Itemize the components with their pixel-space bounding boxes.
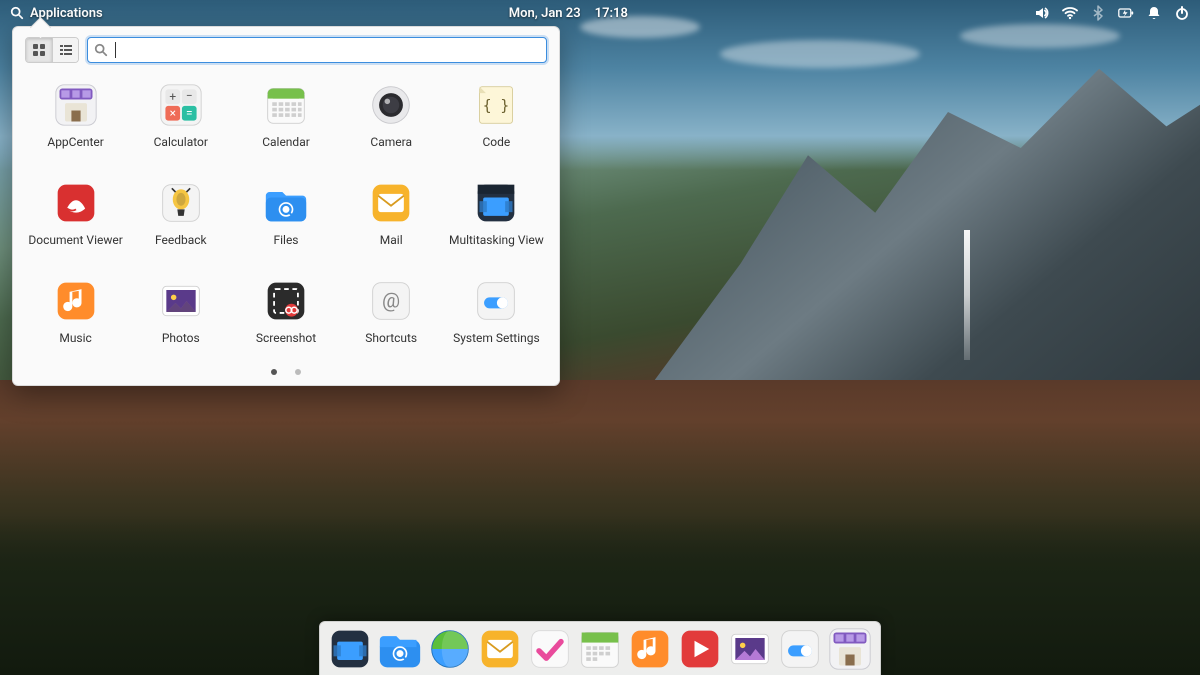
svg-text:×: × — [169, 106, 175, 120]
app-label: Calculator — [154, 135, 208, 149]
app-label: System Settings — [453, 331, 540, 345]
dock-photos[interactable] — [728, 627, 772, 671]
app-feedback[interactable]: Feedback — [130, 171, 231, 265]
app-appcenter[interactable]: AppCenter — [25, 73, 126, 167]
app-label: Shortcuts — [365, 331, 417, 345]
dock-settings[interactable] — [778, 627, 822, 671]
dock-videos[interactable] — [678, 627, 722, 671]
app-label: Document Viewer — [28, 233, 122, 247]
app-label: Screenshot — [256, 331, 316, 345]
app-label: Feedback — [155, 233, 207, 247]
dock-web[interactable] — [428, 627, 472, 671]
app-calculator[interactable]: +−× = Calculator — [130, 73, 231, 167]
files-icon — [262, 179, 310, 227]
app-label: Calendar — [262, 135, 310, 149]
search-icon — [10, 6, 24, 20]
app-photos[interactable]: Photos — [130, 269, 231, 363]
applications-launcher: AppCenter +−× = Calculator Calendar Camer… — [12, 26, 560, 386]
screenshot-icon — [262, 277, 310, 325]
app-label: Mail — [380, 233, 403, 247]
shortcuts-icon: @ — [367, 277, 415, 325]
dock-appcenter[interactable] — [828, 627, 872, 671]
app-label: Multitasking View — [449, 233, 544, 247]
panel-date[interactable]: Mon, Jan 23 — [509, 6, 581, 21]
app-music[interactable]: Music — [25, 269, 126, 363]
app-label: Files — [273, 233, 298, 247]
bluetooth-indicator[interactable] — [1090, 5, 1106, 21]
app-label: Photos — [162, 331, 200, 345]
svg-text:−: − — [186, 89, 193, 103]
app-camera[interactable]: Camera — [341, 73, 442, 167]
list-icon — [59, 43, 73, 57]
svg-text:=: = — [186, 106, 193, 120]
launcher-header — [25, 37, 547, 63]
battery-indicator[interactable] — [1118, 5, 1134, 21]
app-multitasking[interactable]: Multitasking View — [446, 171, 547, 265]
app-label: Music — [59, 331, 91, 345]
multitasking-icon — [472, 179, 520, 227]
network-indicator[interactable] — [1062, 5, 1078, 21]
session-indicator[interactable] — [1174, 5, 1190, 21]
text-cursor — [115, 42, 116, 58]
svg-text:{ }: { } — [483, 98, 509, 115]
svg-text:+: + — [169, 89, 176, 103]
dock-music[interactable] — [628, 627, 672, 671]
appcenter-icon — [52, 81, 100, 129]
settings-icon — [472, 277, 520, 325]
feedback-icon — [157, 179, 205, 227]
bluetooth-icon — [1090, 5, 1106, 21]
app-code[interactable]: { } Code — [446, 73, 547, 167]
camera-icon — [367, 81, 415, 129]
grid-icon — [32, 43, 46, 57]
music-icon — [52, 277, 100, 325]
page-dot-1[interactable] — [271, 369, 277, 375]
app-mail[interactable]: Mail — [341, 171, 442, 265]
power-icon — [1174, 5, 1190, 21]
app-calendar[interactable]: Calendar — [235, 73, 336, 167]
search-input[interactable] — [87, 37, 547, 63]
wifi-icon — [1062, 5, 1078, 21]
page-dot-2[interactable] — [295, 369, 301, 375]
view-switcher — [25, 37, 79, 63]
search-field-wrap — [87, 37, 547, 63]
volume-icon — [1034, 5, 1050, 21]
app-label: AppCenter — [47, 135, 103, 149]
app-label: Code — [482, 135, 510, 149]
dock — [319, 621, 881, 675]
documentviewer-icon — [52, 179, 100, 227]
app-files[interactable]: Files — [235, 171, 336, 265]
calculator-icon: +−× = — [157, 81, 205, 129]
svg-text:@: @ — [382, 288, 400, 312]
code-icon: { } — [472, 81, 520, 129]
volume-indicator[interactable] — [1034, 5, 1050, 21]
dock-calendar[interactable] — [578, 627, 622, 671]
search-icon — [94, 43, 108, 57]
battery-icon — [1118, 5, 1134, 21]
app-shortcuts[interactable]: @ Shortcuts — [341, 269, 442, 363]
top-panel: Applications Mon, Jan 23 17:18 — [0, 0, 1200, 26]
calendar-icon — [262, 81, 310, 129]
photos-icon — [157, 277, 205, 325]
notifications-indicator[interactable] — [1146, 5, 1162, 21]
app-label: Camera — [370, 135, 412, 149]
dock-files[interactable] — [378, 627, 422, 671]
dock-multitasking[interactable] — [328, 627, 372, 671]
mail-icon — [367, 179, 415, 227]
app-screenshot[interactable]: Screenshot — [235, 269, 336, 363]
dock-mail[interactable] — [478, 627, 522, 671]
pager — [25, 363, 547, 377]
bell-icon — [1146, 5, 1162, 21]
app-documentviewer[interactable]: Document Viewer — [25, 171, 126, 265]
panel-time[interactable]: 17:18 — [595, 6, 628, 21]
dock-tasks[interactable] — [528, 627, 572, 671]
grid-view-button[interactable] — [26, 38, 52, 62]
app-settings[interactable]: System Settings — [446, 269, 547, 363]
list-view-button[interactable] — [52, 38, 78, 62]
app-grid: AppCenter +−× = Calculator Calendar Camer… — [25, 73, 547, 363]
applications-menu-button[interactable]: Applications — [10, 6, 103, 21]
